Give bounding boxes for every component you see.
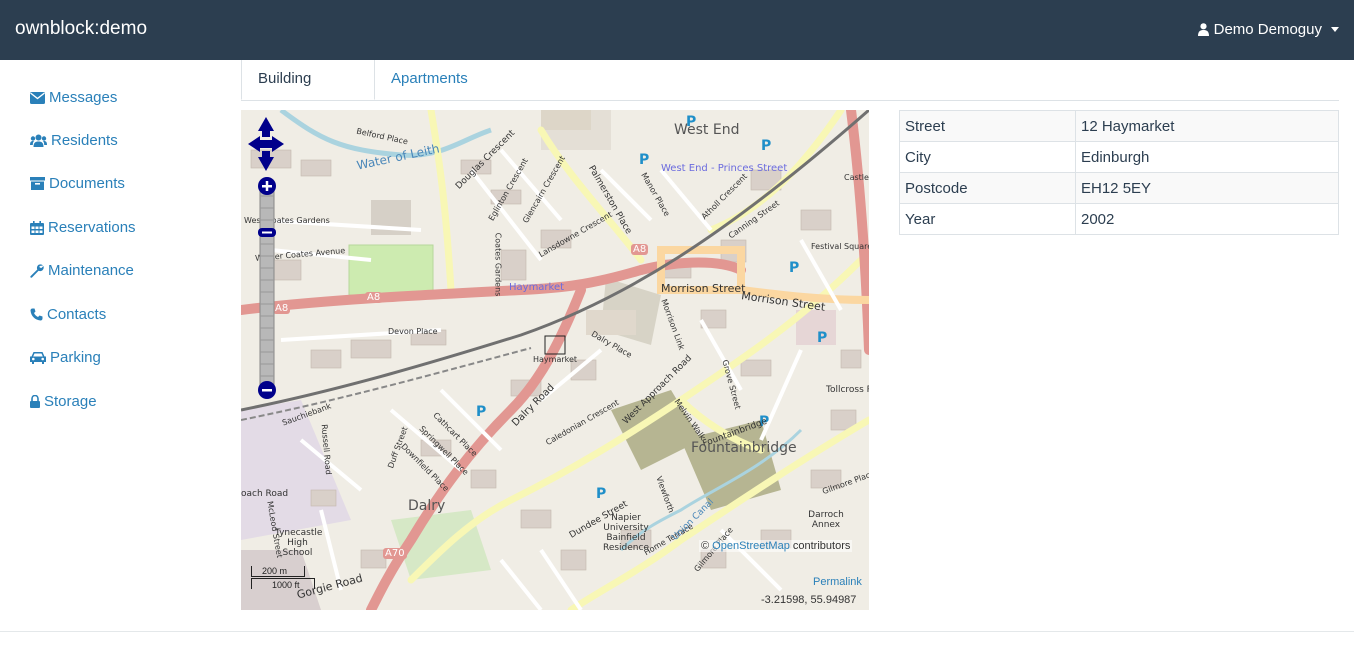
sidebar-item-parking[interactable]: Parking xyxy=(30,349,101,366)
mouse-coordinates: -3.21598, 55.94987 xyxy=(761,594,857,606)
sidebar-item-residents[interactable]: Residents xyxy=(30,132,118,149)
svg-text:P: P xyxy=(476,404,486,420)
sidebar-item-label: Contacts xyxy=(47,306,107,323)
sidebar-item-label: Parking xyxy=(50,349,101,366)
map-label: Devon Place xyxy=(388,327,438,336)
tab-bar: Building details Apartments xyxy=(241,60,1339,125)
phone-icon xyxy=(30,308,43,321)
sidebar-item-documents[interactable]: Documents xyxy=(30,175,125,192)
map-label: West End - Princes Street xyxy=(661,163,788,174)
detail-value: 2002 xyxy=(1075,203,1339,235)
caret-down-icon xyxy=(1331,27,1339,32)
calendar-icon xyxy=(30,220,44,235)
navbar: ownblock:demo Demo Demoguy xyxy=(0,0,1354,60)
sidebar-item-label: Maintenance xyxy=(48,262,134,279)
detail-label: Street xyxy=(899,110,1076,142)
sidebar-item-messages[interactable]: Messages xyxy=(30,89,117,106)
detail-value: Edinburgh xyxy=(1075,141,1339,173)
svg-text:P: P xyxy=(596,486,606,502)
map-label: West End xyxy=(674,122,740,138)
map-pan-control[interactable] xyxy=(248,117,284,171)
sidebar-item-label: Documents xyxy=(49,175,125,192)
archive-icon xyxy=(30,177,45,190)
map-scale: 200 m 1000 ft xyxy=(251,566,315,594)
map-label: Haymarket xyxy=(509,282,565,293)
map-label: Haymarket xyxy=(533,355,578,364)
user-menu[interactable]: Demo Demoguy xyxy=(1197,21,1339,38)
road-shield: A70 xyxy=(383,548,407,559)
map-label: Tollcross Primary School xyxy=(826,385,869,395)
map-label: Fountainbridge xyxy=(691,440,797,456)
map-attribution: © OpenStreetMap contributors xyxy=(699,540,853,552)
sidebar-item-contacts[interactable]: Contacts xyxy=(30,306,106,323)
sidebar-item-label: Storage xyxy=(44,393,97,410)
road-shield: A8 xyxy=(631,244,649,255)
user-name: Demo Demoguy xyxy=(1213,21,1322,38)
user-icon xyxy=(1197,23,1209,36)
map-label: Festival Square xyxy=(811,242,869,251)
attribution-suffix: contributors xyxy=(789,540,851,552)
map-label: Castle xyxy=(844,173,869,182)
table-row: Street 12 Haymarket xyxy=(899,110,1339,142)
svg-text:P: P xyxy=(761,138,771,154)
map-label: Coates Gardens xyxy=(493,232,503,297)
table-row: Postcode EH12 5EY xyxy=(899,172,1339,204)
svg-text:P: P xyxy=(789,260,799,276)
sidebar-item-storage[interactable]: Storage xyxy=(30,393,97,410)
map[interactable]: PPP PPP PP West End Water of Leith Belfo… xyxy=(241,110,869,610)
table-row: City Edinburgh xyxy=(899,141,1339,173)
sidebar-item-maintenance[interactable]: Maintenance xyxy=(30,262,134,279)
map-label: Darroch Annex xyxy=(808,510,844,530)
map-zoom-slider[interactable] xyxy=(257,176,277,402)
attribution-symbol: © xyxy=(701,540,710,552)
svg-text:P: P xyxy=(817,330,827,346)
sidebar-item-reservations[interactable]: Reservations xyxy=(30,219,136,236)
car-icon xyxy=(30,351,46,364)
envelope-icon xyxy=(30,91,45,104)
detail-label: Year xyxy=(899,203,1076,235)
detail-label: City xyxy=(899,141,1076,173)
road-shield: A8 xyxy=(365,292,383,303)
svg-text:P: P xyxy=(639,152,649,168)
scale-metric: 200 m xyxy=(251,566,305,577)
partial-icon xyxy=(30,115,40,120)
table-row: Year 2002 xyxy=(899,203,1339,235)
detail-label: Postcode xyxy=(899,172,1076,204)
sidebar-item-label: Reservations xyxy=(48,219,136,236)
osm-link[interactable]: OpenStreetMap xyxy=(712,540,790,552)
users-icon xyxy=(30,134,47,147)
scale-imperial: 1000 ft xyxy=(251,578,315,590)
footer-divider xyxy=(0,631,1354,632)
map-label: Morrison Street xyxy=(661,282,746,295)
map-label: Dalry xyxy=(408,498,446,514)
permalink-link[interactable]: Permalink xyxy=(813,576,862,588)
detail-value: EH12 5EY xyxy=(1075,172,1339,204)
detail-value: 12 Haymarket xyxy=(1075,110,1339,142)
brand-logo[interactable]: ownblock:demo xyxy=(15,18,147,40)
sidebar-item-label: Messages xyxy=(49,89,118,106)
sidebar-item-label: Residents xyxy=(51,132,118,149)
lock-icon xyxy=(30,395,40,408)
building-details-table: Street 12 Haymarket City Edinburgh Postcod… xyxy=(899,110,1339,235)
wrench-icon xyxy=(30,263,44,278)
tab-apartments[interactable]: Apartments xyxy=(375,60,484,100)
map-label: oach Road xyxy=(241,489,289,499)
tab-building-details[interactable]: Building details xyxy=(241,60,375,125)
